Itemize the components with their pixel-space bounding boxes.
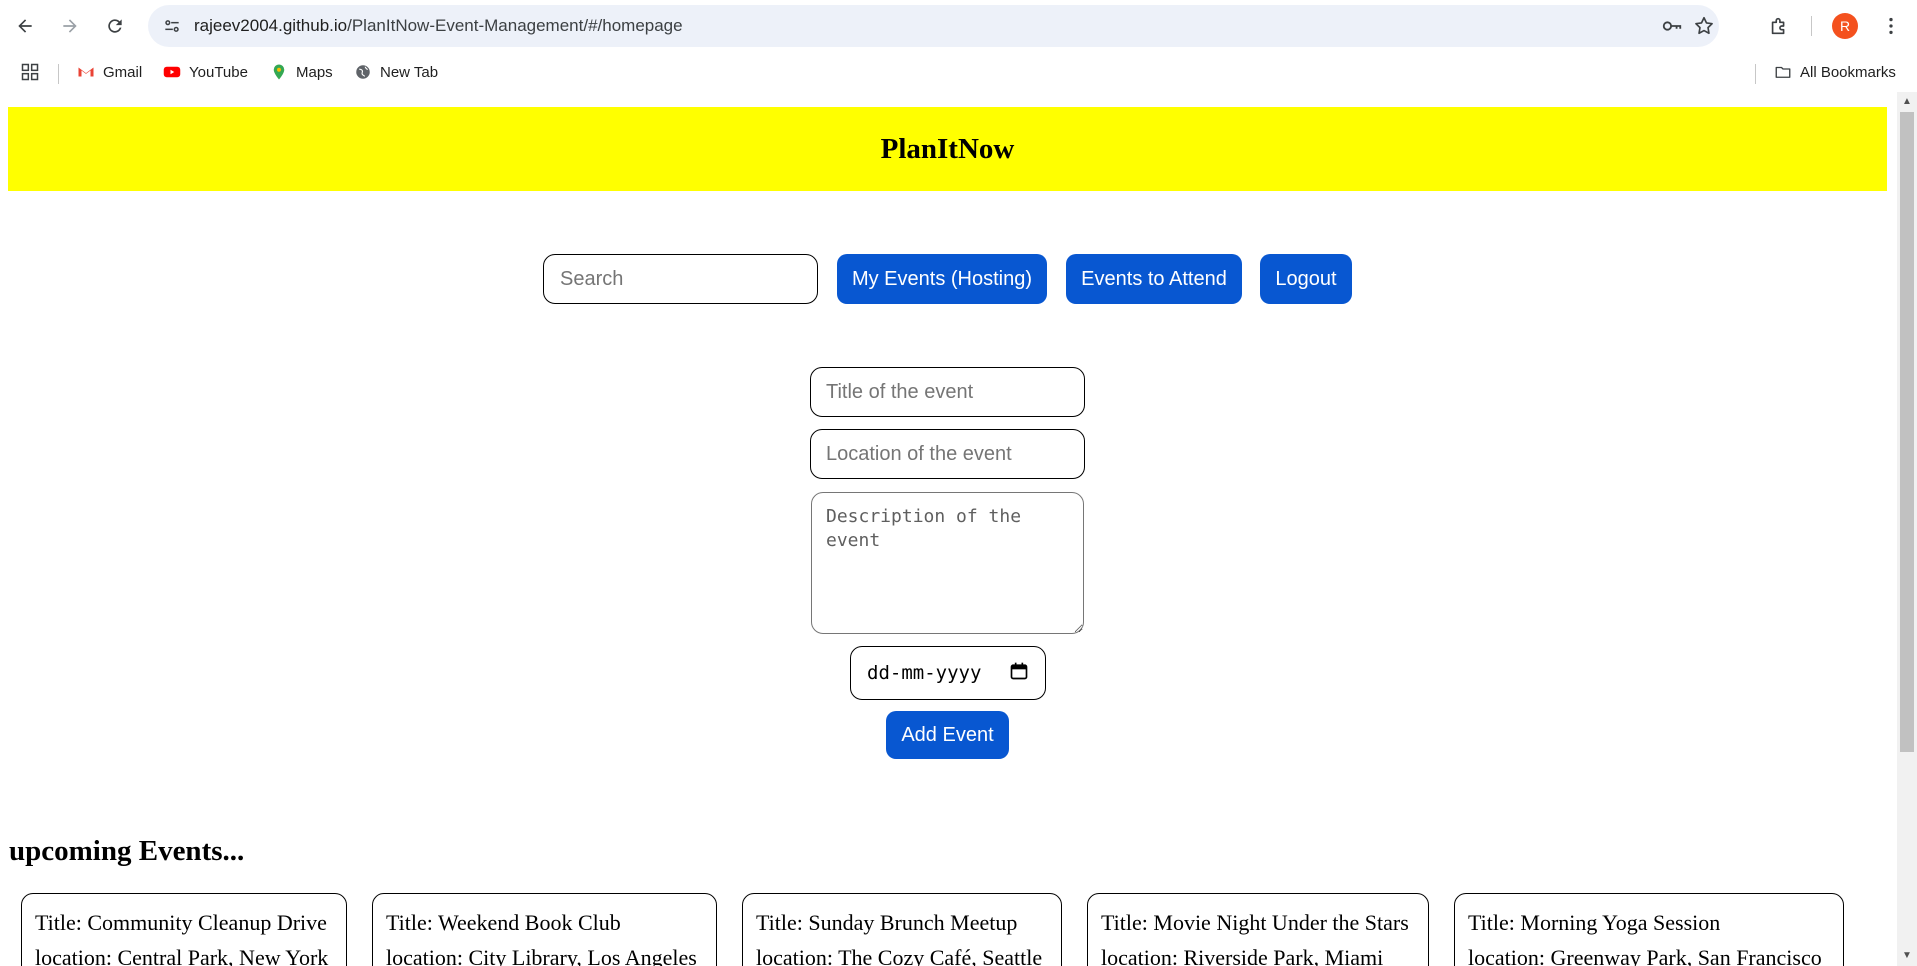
event-card[interactable]: Title: Community Cleanup Drive location:… bbox=[21, 893, 347, 966]
toolbar-divider bbox=[1811, 16, 1812, 36]
folder-icon bbox=[1774, 63, 1792, 81]
password-key-icon[interactable] bbox=[1660, 14, 1684, 38]
event-card[interactable]: Title: Morning Yoga Session location: Gr… bbox=[1454, 893, 1844, 966]
back-button[interactable] bbox=[9, 10, 41, 42]
page-viewport: PlanItNow My Events (Hosting) Events to … bbox=[0, 92, 1917, 966]
events-to-attend-button[interactable]: Events to Attend bbox=[1066, 254, 1242, 304]
address-bar[interactable]: rajeev2004.github.io/PlanItNow-Event-Man… bbox=[148, 5, 1719, 47]
event-title: Title: Sunday Brunch Meetup bbox=[756, 910, 1018, 935]
event-location: location: City Library, Los Angeles bbox=[386, 945, 697, 966]
extensions-icon[interactable] bbox=[1763, 10, 1795, 42]
my-events-hosting-button[interactable]: My Events (Hosting) bbox=[837, 254, 1047, 304]
bookmarks-bar: Gmail YouTube Maps New Tab All Bookmarks bbox=[0, 52, 1917, 92]
event-location: location: Riverside Park, Miami bbox=[1101, 945, 1384, 966]
bookmarks-divider bbox=[1755, 64, 1756, 84]
scroll-up-arrow-icon[interactable]: ▲ bbox=[1901, 96, 1913, 108]
bookmark-youtube[interactable]: YouTube bbox=[163, 61, 248, 83]
url-path: /PlanItNow-Event-Management/#/homepage bbox=[347, 16, 683, 35]
globe-icon bbox=[354, 63, 372, 81]
bookmark-maps[interactable]: Maps bbox=[270, 61, 333, 83]
bookmark-gmail[interactable]: Gmail bbox=[77, 61, 142, 83]
bookmark-new-tab[interactable]: New Tab bbox=[354, 61, 438, 83]
event-title: Title: Community Cleanup Drive bbox=[35, 910, 327, 935]
event-card[interactable]: Title: Sunday Brunch Meetup location: Th… bbox=[742, 893, 1062, 966]
maps-icon bbox=[270, 63, 288, 81]
youtube-icon bbox=[163, 63, 181, 81]
url-host: rajeev2004.github.io bbox=[194, 16, 348, 35]
page-scrollbar[interactable]: ▲ ▼ bbox=[1897, 92, 1917, 966]
all-bookmarks-label: All Bookmarks bbox=[1800, 63, 1896, 81]
all-bookmarks[interactable]: All Bookmarks bbox=[1774, 61, 1896, 83]
app-title: PlanItNow bbox=[880, 132, 1015, 165]
profile-avatar[interactable]: R bbox=[1832, 13, 1858, 39]
logout-button[interactable]: Logout bbox=[1260, 254, 1352, 304]
event-title: Title: Movie Night Under the Stars bbox=[1101, 910, 1409, 935]
event-title: Title: Morning Yoga Session bbox=[1468, 910, 1721, 935]
date-placeholder: dd-mm-yyyy bbox=[867, 662, 982, 684]
add-event-button[interactable]: Add Event bbox=[886, 711, 1009, 759]
calendar-icon[interactable] bbox=[1009, 661, 1029, 686]
event-card[interactable]: Title: Movie Night Under the Stars locat… bbox=[1087, 893, 1429, 966]
forward-button[interactable] bbox=[54, 10, 86, 42]
event-location: location: Greenway Park, San Francisco bbox=[1468, 945, 1822, 966]
event-location: location: Central Park, New York bbox=[35, 945, 329, 966]
bookmarks-divider bbox=[58, 64, 59, 84]
site-info-icon[interactable] bbox=[160, 14, 184, 38]
reload-icon bbox=[108, 19, 122, 33]
event-description-textarea[interactable] bbox=[811, 492, 1084, 634]
event-title-input[interactable] bbox=[810, 367, 1085, 417]
bookmark-label: Maps bbox=[296, 63, 333, 81]
browser-toolbar: rajeev2004.github.io/PlanItNow-Event-Man… bbox=[0, 0, 1917, 52]
event-location: location: The Cozy Café, Seattle bbox=[756, 945, 1043, 966]
bookmark-label: New Tab bbox=[380, 63, 439, 81]
forward-arrow-icon bbox=[63, 19, 77, 33]
scroll-down-arrow-icon[interactable]: ▼ bbox=[1901, 950, 1913, 962]
event-card[interactable]: Title: Weekend Book Club location: City … bbox=[372, 893, 717, 966]
bookmark-star-icon[interactable] bbox=[1692, 14, 1716, 38]
reload-button[interactable] bbox=[99, 10, 131, 42]
event-date-input[interactable]: dd-mm-yyyy bbox=[850, 646, 1046, 700]
gmail-icon bbox=[77, 63, 95, 81]
search-input[interactable] bbox=[543, 254, 818, 304]
url-text[interactable]: rajeev2004.github.io/PlanItNow-Event-Man… bbox=[194, 16, 683, 36]
upcoming-events-heading: upcoming Events... bbox=[9, 835, 245, 867]
scrollbar-thumb[interactable] bbox=[1900, 112, 1914, 752]
app-header: PlanItNow bbox=[8, 107, 1887, 191]
bookmark-label: YouTube bbox=[189, 63, 248, 81]
bookmark-label: Gmail bbox=[103, 63, 143, 81]
back-arrow-icon bbox=[18, 19, 32, 33]
apps-grid-icon[interactable] bbox=[20, 61, 40, 83]
event-title: Title: Weekend Book Club bbox=[386, 910, 621, 935]
event-location-input[interactable] bbox=[810, 429, 1085, 479]
browser-menu-icon[interactable] bbox=[1875, 10, 1907, 42]
